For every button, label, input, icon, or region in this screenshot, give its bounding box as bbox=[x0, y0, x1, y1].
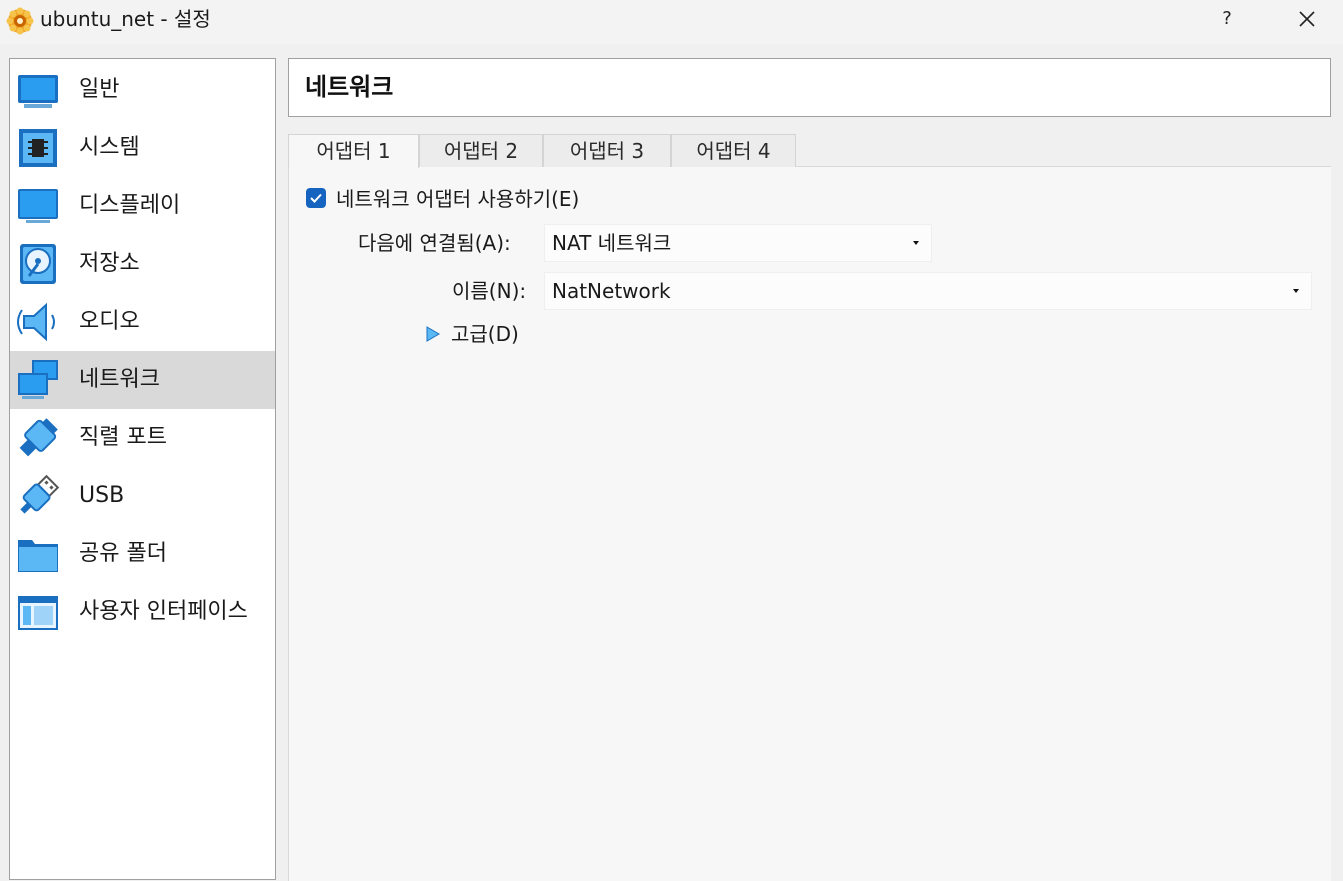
virtualbox-gear-icon bbox=[6, 7, 34, 35]
close-icon[interactable] bbox=[1288, 4, 1326, 34]
sidebar-item-serial-port[interactable]: 직렬 포트 bbox=[10, 409, 275, 467]
tab-adapter-1[interactable]: 어댑터 1 bbox=[288, 134, 419, 168]
sidebar-item-label: 디스플레이 bbox=[79, 193, 181, 218]
network-icon bbox=[18, 360, 58, 399]
sidebar-item-general[interactable]: 일반 bbox=[10, 61, 275, 119]
window-title: ubuntu_net - 설정 bbox=[40, 7, 211, 31]
usb-icon bbox=[20, 474, 60, 514]
sidebar-item-label: USB bbox=[79, 483, 125, 508]
sidebar-item-system[interactable]: 시스템 bbox=[10, 119, 275, 177]
sidebar-item-label: 시스템 bbox=[79, 135, 140, 160]
name-select[interactable]: NatNetwork bbox=[544, 272, 1312, 310]
sidebar-item-display[interactable]: 디스플레이 bbox=[10, 177, 275, 235]
sidebar-item-storage[interactable]: 저장소 bbox=[10, 235, 275, 293]
advanced-toggle-label[interactable]: 고급(D) bbox=[451, 321, 519, 347]
tab-adapter-4[interactable]: 어댑터 4 bbox=[671, 134, 796, 167]
display-monitor-icon bbox=[18, 189, 58, 223]
sidebar-item-label: 공유 폴더 bbox=[79, 541, 167, 566]
attached-to-select[interactable]: NAT 네트워크 bbox=[544, 224, 932, 262]
system-chip-icon bbox=[19, 129, 57, 167]
sidebar-item-user-interface[interactable]: 사용자 인터페이스 bbox=[10, 583, 275, 641]
tab-adapter-2[interactable]: 어댑터 2 bbox=[419, 134, 543, 167]
enable-adapter-checkbox[interactable] bbox=[306, 188, 326, 208]
page-header: 네트워크 bbox=[288, 58, 1331, 117]
sidebar-item-network[interactable]: 네트워크 bbox=[10, 351, 275, 409]
sidebar-item-usb[interactable]: USB bbox=[10, 467, 275, 525]
sidebar-item-audio[interactable]: 오디오 bbox=[10, 293, 275, 351]
chevron-down-icon bbox=[1293, 289, 1299, 293]
general-monitor-icon bbox=[18, 75, 58, 108]
enable-adapter-label[interactable]: 네트워크 어댑터 사용하기(E) bbox=[336, 186, 579, 212]
audio-speaker-icon bbox=[17, 302, 55, 342]
sidebar-item-label: 직렬 포트 bbox=[79, 425, 167, 450]
storage-disk-icon bbox=[20, 244, 56, 284]
name-label: 이름(N): bbox=[452, 279, 527, 303]
sidebar-item-label: 오디오 bbox=[79, 309, 140, 334]
page-title: 네트워크 bbox=[305, 73, 394, 101]
tab-adapter-3[interactable]: 어댑터 3 bbox=[543, 134, 671, 167]
sidebar-item-label: 사용자 인터페이스 bbox=[79, 599, 248, 624]
chevron-down-icon bbox=[913, 241, 919, 245]
sidebar-item-label: 저장소 bbox=[79, 251, 140, 276]
user-interface-icon bbox=[18, 596, 58, 630]
name-value: NatNetwork bbox=[552, 279, 671, 303]
attached-to-label: 다음에 연결됨(A): bbox=[358, 231, 511, 255]
serial-port-icon bbox=[19, 418, 58, 457]
shared-folder-icon bbox=[18, 540, 58, 572]
help-button[interactable]: ? bbox=[1208, 4, 1246, 34]
attached-to-value: NAT 네트워크 bbox=[552, 231, 672, 255]
sidebar-item-label: 일반 bbox=[79, 77, 120, 102]
settings-sidebar: 일반 시스템 디스플레이 저장소 오디오 네트워크 직렬 포트 USB 공유 폴… bbox=[9, 58, 276, 880]
title-bar: ubuntu_net - 설정 ? bbox=[0, 0, 1343, 44]
sidebar-item-label: 네트워크 bbox=[79, 367, 160, 392]
expand-triangle-icon[interactable] bbox=[426, 326, 440, 342]
sidebar-item-shared-folders[interactable]: 공유 폴더 bbox=[10, 525, 275, 583]
